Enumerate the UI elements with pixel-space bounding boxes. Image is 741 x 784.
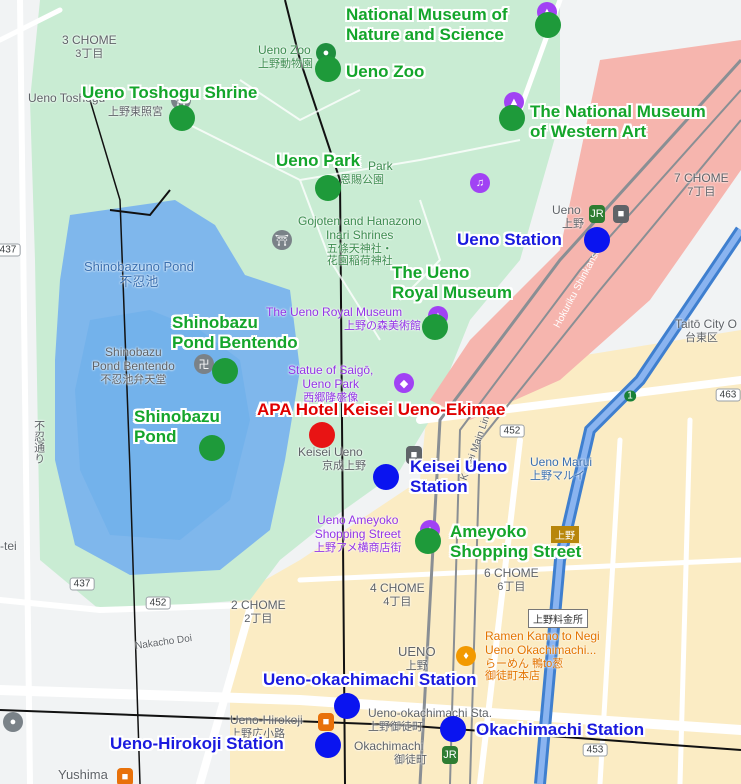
marker-apa-hotel[interactable] [309, 422, 335, 448]
monument-icon[interactable]: ◆ [394, 373, 414, 393]
label-shinobazu-dori: 不忍通り [32, 420, 45, 464]
label-ueno-toshogu-shrine: Ueno Toshogu Shrine [82, 83, 258, 102]
label-ueno-park: Ueno Park [276, 151, 361, 170]
route-shield: 463 [715, 388, 741, 402]
label-bentendo-base: Shinobazu Pond Bentendo 不忍池弁天堂 [92, 345, 175, 386]
label-2-chome: 2 CHOME 2丁目 [231, 598, 286, 625]
label-shinobazu-pond-bentendo: Shinobazu Pond Bentendo [172, 313, 298, 352]
label-shinobazuno-pond: Shinobazuno Pond 不忍池 [84, 259, 194, 289]
marker-keisei-ueno-station[interactable] [373, 464, 399, 490]
marker-ueno-zoo[interactable] [315, 56, 341, 82]
marker-ameyoko-shopping-street[interactable] [415, 528, 441, 554]
route-shield: 437 [69, 577, 95, 591]
label-ueno-okachimachi-station: Ueno-okachimachi Station [263, 670, 477, 689]
jr-logo-icon: JR [589, 205, 605, 223]
sign-ueno-toll: 上野料金所 [528, 609, 588, 628]
map-canvas[interactable]: 3 CHOME 3丁目 Ueno Zoo 上野動物園 Ueno Toshogu 上野東… [0, 0, 741, 784]
place-icon[interactable]: ● [3, 712, 23, 732]
shrine-icon[interactable]: ⛩ [272, 230, 292, 250]
marker-national-museum-western-art[interactable] [499, 105, 525, 131]
label-ameyoko-shopping-street: Ameyoko Shopping Street [450, 522, 582, 561]
music-icon[interactable]: ♫ [470, 173, 490, 193]
label-national-museum-western-art: The National Museum of Western Art [530, 102, 706, 141]
route-shield: 1 [624, 390, 636, 402]
route-shield: 452 [499, 424, 525, 438]
marker-ueno-royal-museum[interactable] [422, 314, 448, 340]
label-ueno-marui: Ueno Marui 上野マルイ [530, 455, 593, 482]
restaurant-icon[interactable]: ♦ [456, 646, 476, 666]
route-shield: 437 [0, 243, 21, 257]
label-ueno-zoo: Ueno Zoo [346, 62, 425, 81]
label-tei: -tei [0, 539, 17, 553]
label-ueno-okachimachi-sta: Ueno-okachimachi Sta. 上野御徒町 [368, 706, 493, 733]
temple-icon[interactable]: 卍 [194, 354, 214, 374]
jr-logo-icon: JR [442, 746, 458, 764]
route-shield: 452 [145, 596, 171, 610]
label-taito-city: Taitō City O 台東区 [675, 317, 738, 344]
marker-okachimachi-station[interactable] [440, 716, 466, 742]
label-keisei-ueno-station: Keisei Ueno Station [410, 457, 508, 496]
label-7-chome: 7 CHOME 7丁目 [674, 171, 729, 198]
marker-ueno-okachimachi-station[interactable] [334, 693, 360, 719]
marker-ueno-toshogu-shrine[interactable] [169, 105, 195, 131]
label-ramen: Ramen Kamo to Negi Ueno Okachimachi... らーめ… [485, 629, 600, 683]
label-apa-hotel: APA Hotel Keisei Ueno-Ekimae [257, 400, 506, 419]
label-3-chome: 3 CHOME 3丁目 [62, 33, 117, 60]
label-4-chome: 4 CHOME 4丁目 [370, 581, 425, 608]
label-okachimachi-station: Okachimachi Station [476, 720, 645, 739]
subway-icon[interactable]: ■ [318, 713, 334, 731]
label-okachimachi-base: Okachimachi 御徒町 [354, 739, 427, 766]
marker-ueno-park[interactable] [315, 175, 341, 201]
label-6-chome: 6 CHOME 6丁目 [484, 566, 539, 593]
marker-ueno-station[interactable] [584, 227, 610, 253]
label-ameyoko-base: Ueno Ameyoko Shopping Street 上野アメ横商店街 [314, 513, 402, 554]
label-park-base: Park 恩賜公園 [340, 159, 393, 186]
train-station-icon[interactable]: ■ [613, 205, 629, 223]
marker-ueno-hirokoji-station[interactable] [315, 732, 341, 758]
label-national-museum-nature-science: National Museum of Nature and Science [346, 5, 508, 44]
label-ueno-area: UENO 上野 [398, 644, 436, 672]
marker-shinobazu-pond-bentendo[interactable] [212, 358, 238, 384]
label-keisei-ueno-base: Keisei Ueno 京成上野 [298, 445, 366, 472]
label-shinobazu-pond: Shinobazu Pond [134, 407, 220, 446]
label-yushima: Yushima [58, 767, 108, 782]
subway-icon[interactable]: ■ [117, 768, 133, 784]
route-shield: 453 [582, 743, 608, 757]
label-ueno-station: Ueno Station [457, 230, 562, 249]
marker-national-museum-nature-science[interactable] [535, 12, 561, 38]
label-saigo-statue: Statue of Saigō, Ueno Park 西郷隆盛像 [288, 363, 374, 404]
label-ueno-zoo-base: Ueno Zoo 上野動物園 [258, 43, 313, 70]
label-ueno-station-base: Ueno 上野 [552, 203, 584, 230]
label-gojoten: Gojoten and Hanazono Inari Shrines 五條天神社・花… [298, 214, 422, 268]
label-ueno-royal-museum: The Ueno Royal Museum [392, 263, 512, 302]
label-ueno-hirokoji-station: Ueno-Hirokoji Station [110, 734, 284, 753]
